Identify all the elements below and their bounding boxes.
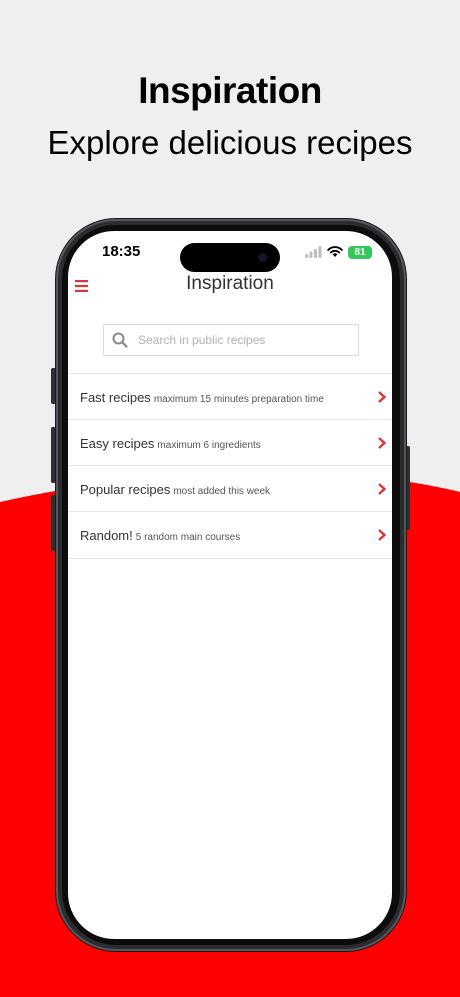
list-item-easy-recipes[interactable]: Easy recipes maximum 6 ingredients bbox=[68, 419, 392, 465]
chevron-right-icon bbox=[378, 483, 387, 495]
search-icon bbox=[112, 332, 128, 348]
chevron-right-icon bbox=[378, 437, 387, 449]
chevron-right-icon bbox=[378, 529, 387, 541]
item-label: Easy recipes bbox=[80, 436, 155, 451]
nav-title: Inspiration bbox=[186, 273, 274, 294]
inspiration-list: Fast recipes maximum 15 minutes preparati… bbox=[68, 373, 392, 559]
status-icons: 81 bbox=[305, 245, 372, 259]
item-label: Popular recipes bbox=[80, 482, 171, 497]
search-box[interactable] bbox=[103, 324, 359, 356]
search-input[interactable] bbox=[138, 325, 353, 355]
page-title: Inspiration bbox=[138, 70, 322, 111]
list-item-popular-recipes[interactable]: Popular recipes most added this week bbox=[68, 465, 392, 511]
status-time: 18:35 bbox=[102, 243, 141, 260]
chevron-right-icon bbox=[378, 391, 387, 403]
wifi-icon bbox=[327, 246, 343, 257]
phone-screen: 18:35 81 Inspiration Fast recipesm bbox=[68, 231, 392, 939]
list-item-fast-recipes[interactable]: Fast recipes maximum 15 minutes preparati… bbox=[68, 373, 392, 419]
battery-indicator: 81 bbox=[348, 245, 372, 259]
item-label: Fast recipes bbox=[80, 390, 151, 405]
list-item-random[interactable]: Random! 5 random main courses bbox=[68, 511, 392, 559]
item-description: maximum 6 ingredients bbox=[157, 440, 261, 451]
item-label: Random! bbox=[80, 528, 133, 543]
dynamic-island bbox=[180, 243, 280, 272]
page-subtitle: Explore delicious recipes bbox=[47, 124, 413, 161]
item-description: 5 random main courses bbox=[135, 532, 241, 543]
signal-icon bbox=[305, 246, 322, 258]
item-description: most added this week bbox=[173, 486, 271, 497]
item-description: maximum 15 minutes preparation time bbox=[153, 394, 324, 405]
